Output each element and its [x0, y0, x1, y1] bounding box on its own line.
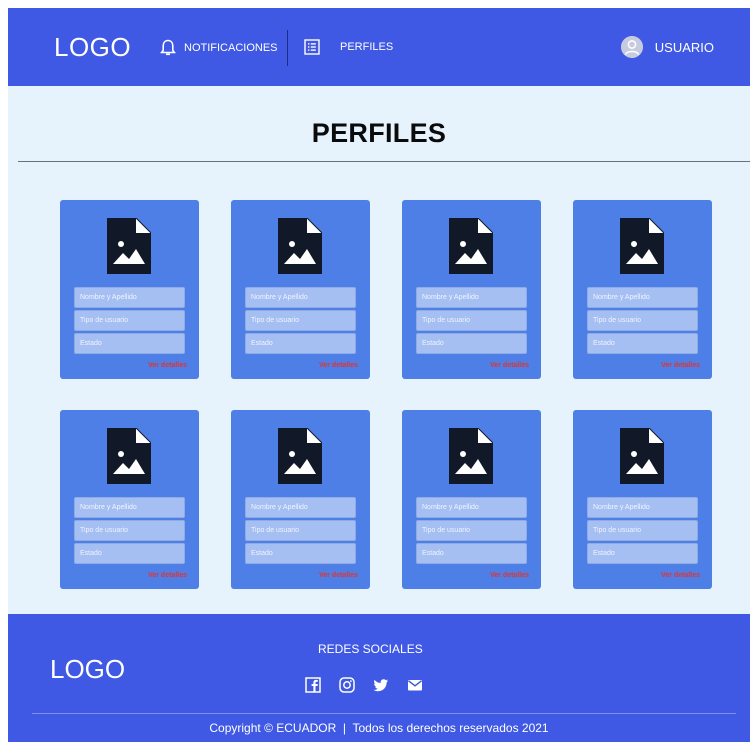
header: LOGO NOTIFICACIONES PERFILES USUARIO — [8, 8, 750, 86]
view-details-link[interactable]: Ver detalles — [661, 572, 700, 579]
status-field[interactable]: Estado — [587, 333, 698, 354]
profile-card: Nombre y Apellido Tipo de usuario Estado Ve… — [60, 410, 199, 589]
view-details-link[interactable]: Ver detalles — [661, 362, 700, 369]
nav-notifications[interactable]: NOTIFICACIONES — [159, 39, 278, 57]
footer: LOGO REDES SOCIALES Copyright © ECUADOR … — [8, 614, 750, 742]
status-field[interactable]: Estado — [245, 333, 356, 354]
image-file-icon — [449, 427, 494, 484]
facebook-icon[interactable] — [305, 677, 321, 693]
profile-card: Nombre y Apellido Tipo de usuario Estado Ve… — [231, 410, 370, 589]
status-field[interactable]: Estado — [245, 543, 356, 564]
profile-card: Nombre y Apellido Tipo de usuario Estado Ve… — [402, 200, 541, 379]
view-details-link[interactable]: Ver detalles — [319, 572, 358, 579]
user-type-field[interactable]: Tipo de usuario — [245, 520, 356, 541]
page-title: PERFILES — [311, 118, 447, 148]
view-details-link[interactable]: Ver detalles — [148, 572, 187, 579]
user-type-field[interactable]: Tipo de usuario — [74, 520, 185, 541]
footer-divider — [32, 713, 736, 714]
image-file-icon — [107, 427, 152, 484]
user-type-field[interactable]: Tipo de usuario — [245, 310, 356, 331]
status-field[interactable]: Estado — [74, 333, 185, 354]
nav-profiles-label: PERFILES — [340, 41, 394, 53]
header-logo[interactable]: LOGO — [54, 32, 131, 63]
copyright: Copyright © ECUADOR | Todos los derechos… — [209, 721, 549, 735]
user-type-field[interactable]: Tipo de usuario — [416, 310, 527, 331]
status-field[interactable]: Estado — [74, 543, 185, 564]
profile-grid: Nombre y Apellido Tipo de usuario Estado Ve… — [60, 200, 712, 589]
avatar-icon — [620, 36, 643, 58]
nav-separator — [287, 30, 288, 66]
nav-profiles[interactable]: PERFILES — [304, 39, 393, 55]
main-content: PERFILES Nombre y Apellido Tipo de usuari… — [8, 86, 750, 614]
profile-card: Nombre y Apellido Tipo de usuario Estado Ve… — [231, 200, 370, 379]
view-details-link[interactable]: Ver detalles — [148, 362, 187, 369]
bell-icon — [159, 39, 177, 57]
footer-logo: LOGO — [50, 654, 126, 684]
name-field[interactable]: Nombre y Apellido — [74, 497, 185, 518]
profile-card: Nombre y Apellido Tipo de usuario Estado Ve… — [573, 200, 712, 379]
view-details-link[interactable]: Ver detalles — [490, 572, 529, 579]
title-divider — [18, 161, 750, 162]
social-title: REDES SOCIALES — [318, 642, 423, 656]
user-type-field[interactable]: Tipo de usuario — [74, 310, 185, 331]
profile-card: Nombre y Apellido Tipo de usuario Estado Ve… — [573, 410, 712, 589]
status-field[interactable]: Estado — [416, 543, 527, 564]
user-type-field[interactable]: Tipo de usuario — [587, 520, 698, 541]
user-menu[interactable]: USUARIO — [620, 36, 714, 58]
name-field[interactable]: Nombre y Apellido — [416, 287, 527, 308]
image-file-icon — [620, 427, 665, 484]
nav-notifications-label: NOTIFICACIONES — [184, 42, 278, 54]
social-icons — [305, 677, 423, 693]
name-field[interactable]: Nombre y Apellido — [74, 287, 185, 308]
profile-card: Nombre y Apellido Tipo de usuario Estado Ve… — [60, 200, 199, 379]
profile-card: Nombre y Apellido Tipo de usuario Estado Ve… — [402, 410, 541, 589]
mail-icon[interactable] — [407, 677, 423, 693]
image-file-icon — [278, 217, 323, 274]
image-file-icon — [620, 217, 665, 274]
status-field[interactable]: Estado — [587, 543, 698, 564]
image-file-icon — [107, 217, 152, 274]
instagram-icon[interactable] — [339, 677, 355, 693]
view-details-link[interactable]: Ver detalles — [319, 362, 358, 369]
twitter-icon[interactable] — [373, 677, 389, 693]
name-field[interactable]: Nombre y Apellido — [587, 287, 698, 308]
user-type-field[interactable]: Tipo de usuario — [587, 310, 698, 331]
list-icon — [304, 39, 320, 55]
name-field[interactable]: Nombre y Apellido — [245, 497, 356, 518]
user-type-field[interactable]: Tipo de usuario — [416, 520, 527, 541]
status-field[interactable]: Estado — [416, 333, 527, 354]
view-details-link[interactable]: Ver detalles — [490, 362, 529, 369]
name-field[interactable]: Nombre y Apellido — [587, 497, 698, 518]
image-file-icon — [449, 217, 494, 274]
image-file-icon — [278, 427, 323, 484]
user-label: USUARIO — [654, 39, 714, 55]
name-field[interactable]: Nombre y Apellido — [416, 497, 527, 518]
name-field[interactable]: Nombre y Apellido — [245, 287, 356, 308]
